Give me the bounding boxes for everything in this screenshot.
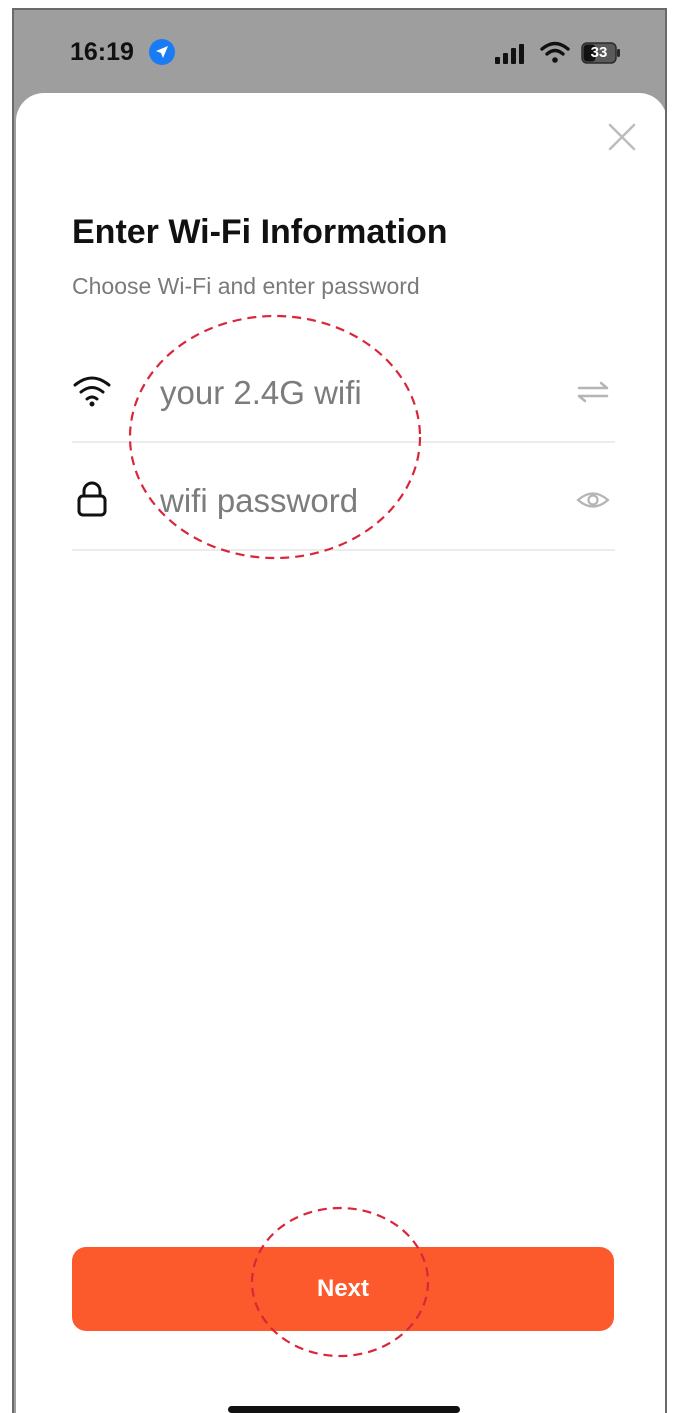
battery-level: 33: [590, 44, 608, 61]
lock-icon: [77, 481, 107, 517]
wifi-password-row: [72, 451, 615, 551]
status-bar: 16:19 33: [14, 10, 665, 98]
swap-arrows-icon[interactable]: [575, 377, 611, 407]
status-time: 16:19: [70, 38, 134, 66]
home-indicator: [228, 1406, 460, 1413]
phone-frame: 16:19 33 Enter Wi-Fi Information Choose: [12, 8, 667, 1413]
wifi-name-row: [72, 343, 615, 443]
cellular-signal-icon: [495, 44, 524, 64]
close-icon[interactable]: [605, 120, 639, 154]
next-button[interactable]: Next: [72, 1247, 614, 1331]
wifi-name-input[interactable]: [158, 369, 542, 417]
location-arrow-icon: [149, 39, 175, 65]
wifi-password-input[interactable]: [158, 477, 542, 525]
page-title: Enter Wi-Fi Information: [72, 213, 448, 251]
wifi-icon: [540, 41, 570, 63]
page-subtitle: Choose Wi-Fi and enter password: [72, 273, 420, 299]
wifi-setup-sheet: Enter Wi-Fi Information Choose Wi-Fi and…: [16, 93, 665, 1413]
wifi-icon: [73, 376, 111, 407]
eye-icon[interactable]: [575, 485, 611, 515]
